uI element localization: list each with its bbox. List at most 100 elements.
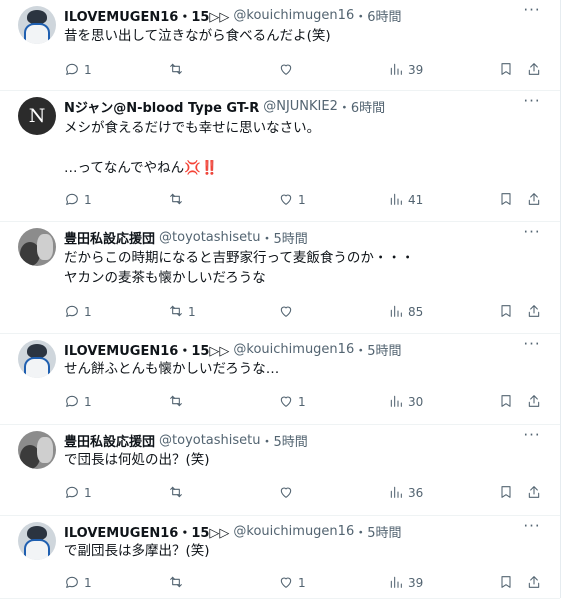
avatar[interactable]: N (18, 97, 56, 135)
tweet-text-line: メシが食えるだけでも幸せに思いなさい。 (64, 120, 321, 136)
share-button[interactable] (526, 60, 542, 80)
share-button[interactable] (526, 483, 542, 503)
tweet-actions: 1 1 85 (60, 302, 550, 322)
bookmark-button[interactable] (498, 60, 514, 80)
display-name[interactable]: Nジャン@N-blood Type GT-R (64, 97, 259, 116)
share-button[interactable] (526, 302, 542, 322)
views-button[interactable]: 36 (388, 483, 423, 503)
more-icon[interactable]: ··· (522, 427, 542, 447)
like-button[interactable] (278, 483, 298, 503)
view-count: 39 (408, 63, 424, 77)
retweet-button[interactable] (168, 190, 188, 210)
display-name[interactable]: ILOVEMUGEN16・15▷▷ (64, 522, 229, 541)
reply-icon (64, 191, 80, 210)
reply-button[interactable]: 1 (64, 190, 92, 210)
avatar[interactable] (18, 431, 56, 469)
display-name[interactable]: ILOVEMUGEN16・15▷▷ (64, 340, 229, 359)
tweet-time[interactable]: ・6時間 (354, 6, 401, 25)
reply-button[interactable]: 1 (64, 483, 92, 503)
display-name[interactable]: 豊田私設応援団 (64, 431, 155, 450)
retweet-button[interactable]: 1 (168, 302, 196, 322)
share-button[interactable] (526, 573, 542, 593)
reply-button[interactable]: 1 (64, 573, 92, 593)
bookmark-icon (498, 61, 514, 80)
tweet-time[interactable]: ・5時間 (354, 522, 401, 541)
tweet[interactable]: ILOVEMUGEN16・15▷▷ @kouichimugen16 ・5時間 ··· で… (0, 516, 560, 599)
share-button[interactable] (526, 392, 542, 412)
reply-count: 1 (84, 193, 92, 207)
heart-icon (278, 303, 294, 322)
user-handle[interactable]: @kouichimugen16 (233, 342, 354, 357)
avatar[interactable] (18, 6, 56, 44)
retweet-button[interactable] (168, 392, 188, 412)
display-name[interactable]: 豊田私設応援団 (64, 228, 155, 247)
user-handle[interactable]: @NJUNKIE2 (263, 99, 338, 114)
views-button[interactable]: 41 (388, 190, 423, 210)
display-name[interactable]: ILOVEMUGEN16・15▷▷ (64, 6, 229, 25)
like-button[interactable]: 1 (278, 392, 306, 412)
tweet-header: ILOVEMUGEN16・15▷▷ @kouichimugen16 ・6時間 (64, 6, 402, 25)
tweet[interactable]: 豊田私設応援団 @toyotashisetu ・5時間 ··· だからこの時期になると吉… (0, 222, 560, 334)
tweet-time[interactable]: ・5時間 (261, 431, 308, 450)
more-icon[interactable]: ··· (522, 518, 542, 538)
views-button[interactable]: 85 (388, 302, 423, 322)
more-icon[interactable]: ··· (522, 2, 542, 22)
bookmark-button[interactable] (498, 302, 514, 322)
tweet-header: 豊田私設応援団 @toyotashisetu ・5時間 (64, 431, 308, 450)
bookmark-icon (498, 191, 514, 210)
user-handle[interactable]: @toyotashisetu (159, 230, 261, 245)
tweet-text: 昔を思い出して泣きながら食べるんだよ(笑) (64, 26, 331, 46)
bookmark-button[interactable] (498, 483, 514, 503)
like-button[interactable]: 1 (278, 573, 306, 593)
view-count: 85 (408, 305, 424, 319)
views-icon (388, 303, 404, 322)
tweet[interactable]: ILOVEMUGEN16・15▷▷ @kouichimugen16 ・6時間 ··· 昔… (0, 0, 560, 91)
views-button[interactable]: 30 (388, 392, 423, 412)
bookmark-button[interactable] (498, 190, 514, 210)
avatar[interactable] (18, 522, 56, 560)
share-icon (526, 484, 542, 503)
views-icon (388, 484, 404, 503)
more-icon[interactable]: ··· (522, 93, 542, 113)
tweet-header: ILOVEMUGEN16・15▷▷ @kouichimugen16 ・5時間 (64, 340, 402, 359)
reply-count: 1 (84, 576, 92, 590)
views-button[interactable]: 39 (388, 573, 423, 593)
share-button[interactable] (526, 190, 542, 210)
more-icon[interactable]: ··· (522, 336, 542, 356)
like-button[interactable] (278, 60, 298, 80)
tweet-text-line: 昔を思い出して泣きながら食べるんだよ(笑) (64, 28, 331, 44)
avatar[interactable] (18, 340, 56, 378)
share-icon (526, 393, 542, 412)
reply-button[interactable]: 1 (64, 60, 92, 80)
avatar[interactable] (18, 228, 56, 266)
user-handle[interactable]: @kouichimugen16 (233, 524, 354, 539)
views-button[interactable]: 39 (388, 60, 423, 80)
tweet[interactable]: N Nジャン@N-blood Type GT-R @NJUNKIE2 ・6時間 ··· メ… (0, 91, 560, 222)
retweet-button[interactable] (168, 483, 188, 503)
tweet-text: だからこの時期になると吉野家行って麦飯食うのか・・・ ヤカンの麦茶も懐かしいだろう… (64, 248, 414, 288)
view-count: 39 (408, 576, 424, 590)
reply-icon (64, 484, 80, 503)
user-handle[interactable]: @toyotashisetu (159, 433, 261, 448)
bookmark-button[interactable] (498, 392, 514, 412)
tweet-header: Nジャン@N-blood Type GT-R @NJUNKIE2 ・6時間 (64, 97, 385, 116)
bookmark-button[interactable] (498, 573, 514, 593)
tweet-time[interactable]: ・5時間 (261, 228, 308, 247)
user-handle[interactable]: @kouichimugen16 (233, 8, 354, 23)
retweet-button[interactable] (168, 573, 188, 593)
reply-button[interactable]: 1 (64, 302, 92, 322)
tweet[interactable]: 豊田私設応援団 @toyotashisetu ・5時間 ··· で団長は何処の出？(笑)… (0, 425, 560, 516)
tweet-time[interactable]: ・6時間 (338, 97, 385, 116)
share-icon (526, 574, 542, 593)
reply-count: 1 (84, 395, 92, 409)
tweet[interactable]: ILOVEMUGEN16・15▷▷ @kouichimugen16 ・5時間 ··· せ… (0, 334, 560, 425)
like-button[interactable] (278, 302, 298, 322)
tweet-header: ILOVEMUGEN16・15▷▷ @kouichimugen16 ・5時間 (64, 522, 402, 541)
retweet-button[interactable] (168, 60, 188, 80)
like-button[interactable]: 1 (278, 190, 306, 210)
more-icon[interactable]: ··· (522, 224, 542, 244)
tweet-actions: 1 36 (60, 483, 550, 503)
tweet-time[interactable]: ・5時間 (354, 340, 401, 359)
reply-icon (64, 393, 80, 412)
reply-button[interactable]: 1 (64, 392, 92, 412)
